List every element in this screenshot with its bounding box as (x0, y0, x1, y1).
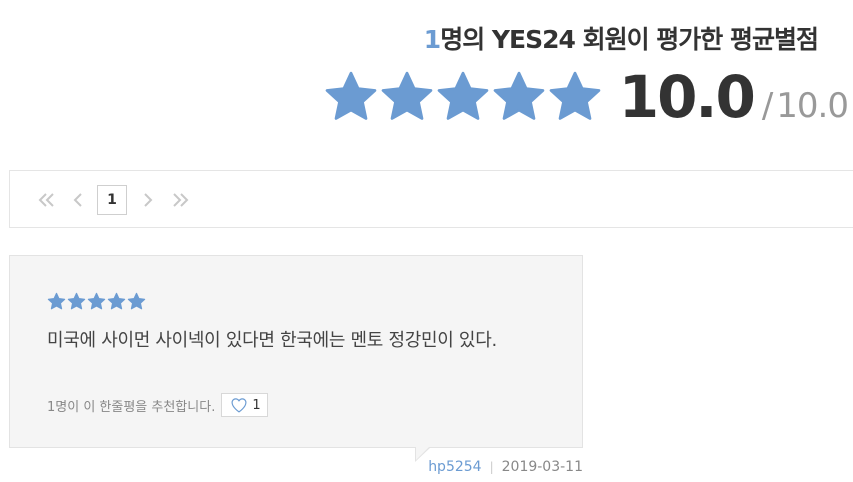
star-icon (47, 292, 66, 310)
star-icon (381, 71, 433, 120)
star-icon (549, 71, 601, 120)
review-author[interactable]: hp5254 (428, 459, 481, 475)
review-date: 2019-03-11 (501, 459, 583, 475)
last-page-button[interactable] (168, 185, 194, 215)
next-page-button[interactable] (138, 185, 158, 215)
chevron-left-icon (73, 193, 82, 207)
speech-tail (416, 446, 430, 460)
like-button[interactable]: 1 (221, 393, 268, 417)
star-icon (87, 292, 106, 310)
double-chevron-left-icon (38, 193, 54, 207)
star-icon (437, 71, 489, 120)
review-page: 1명의 YES24 회원이 평가한 평균별점 10.0 /10.0 1 미국에 … (0, 0, 853, 482)
pagination: 1 (9, 170, 853, 228)
prev-page-button[interactable] (68, 185, 88, 215)
recommend-text: 1명이 이 한줄평을 추천합니다. (47, 399, 216, 415)
summary-title-text: 명의 YES24 회원이 평가한 평균별점 (440, 25, 819, 54)
meta-separator: | (489, 460, 494, 474)
like-count: 1 (252, 397, 261, 413)
review-meta: hp5254 | 2019-03-11 (428, 459, 583, 475)
average-rating: 10.0 /10.0 (323, 62, 849, 132)
heart-icon (231, 398, 247, 413)
star-icon (107, 292, 126, 310)
star-icon (127, 292, 146, 310)
double-chevron-right-icon (173, 193, 189, 207)
average-stars (323, 69, 603, 125)
review-card: 미국에 사이먼 사이넥이 있다면 한국에는 멘토 정강민이 있다. 1명이 이 … (9, 255, 583, 448)
rating-summary-title: 1명의 YES24 회원이 평가한 평균별점 (423, 20, 819, 56)
average-score: 10.0 (618, 63, 756, 131)
chevron-right-icon (144, 193, 153, 207)
review-text: 미국에 사이먼 사이넥이 있다면 한국에는 멘토 정강민이 있다. (47, 330, 497, 351)
page-number-current[interactable]: 1 (97, 185, 127, 215)
review-stars (47, 292, 146, 311)
star-icon (493, 71, 545, 120)
star-icon (67, 292, 86, 310)
first-page-button[interactable] (34, 185, 58, 215)
max-score: /10.0 (761, 86, 849, 126)
star-icon (325, 71, 377, 120)
reviewer-count: 1 (423, 25, 441, 54)
recommend-row: 1명이 이 한줄평을 추천합니다. 1 (47, 393, 268, 417)
